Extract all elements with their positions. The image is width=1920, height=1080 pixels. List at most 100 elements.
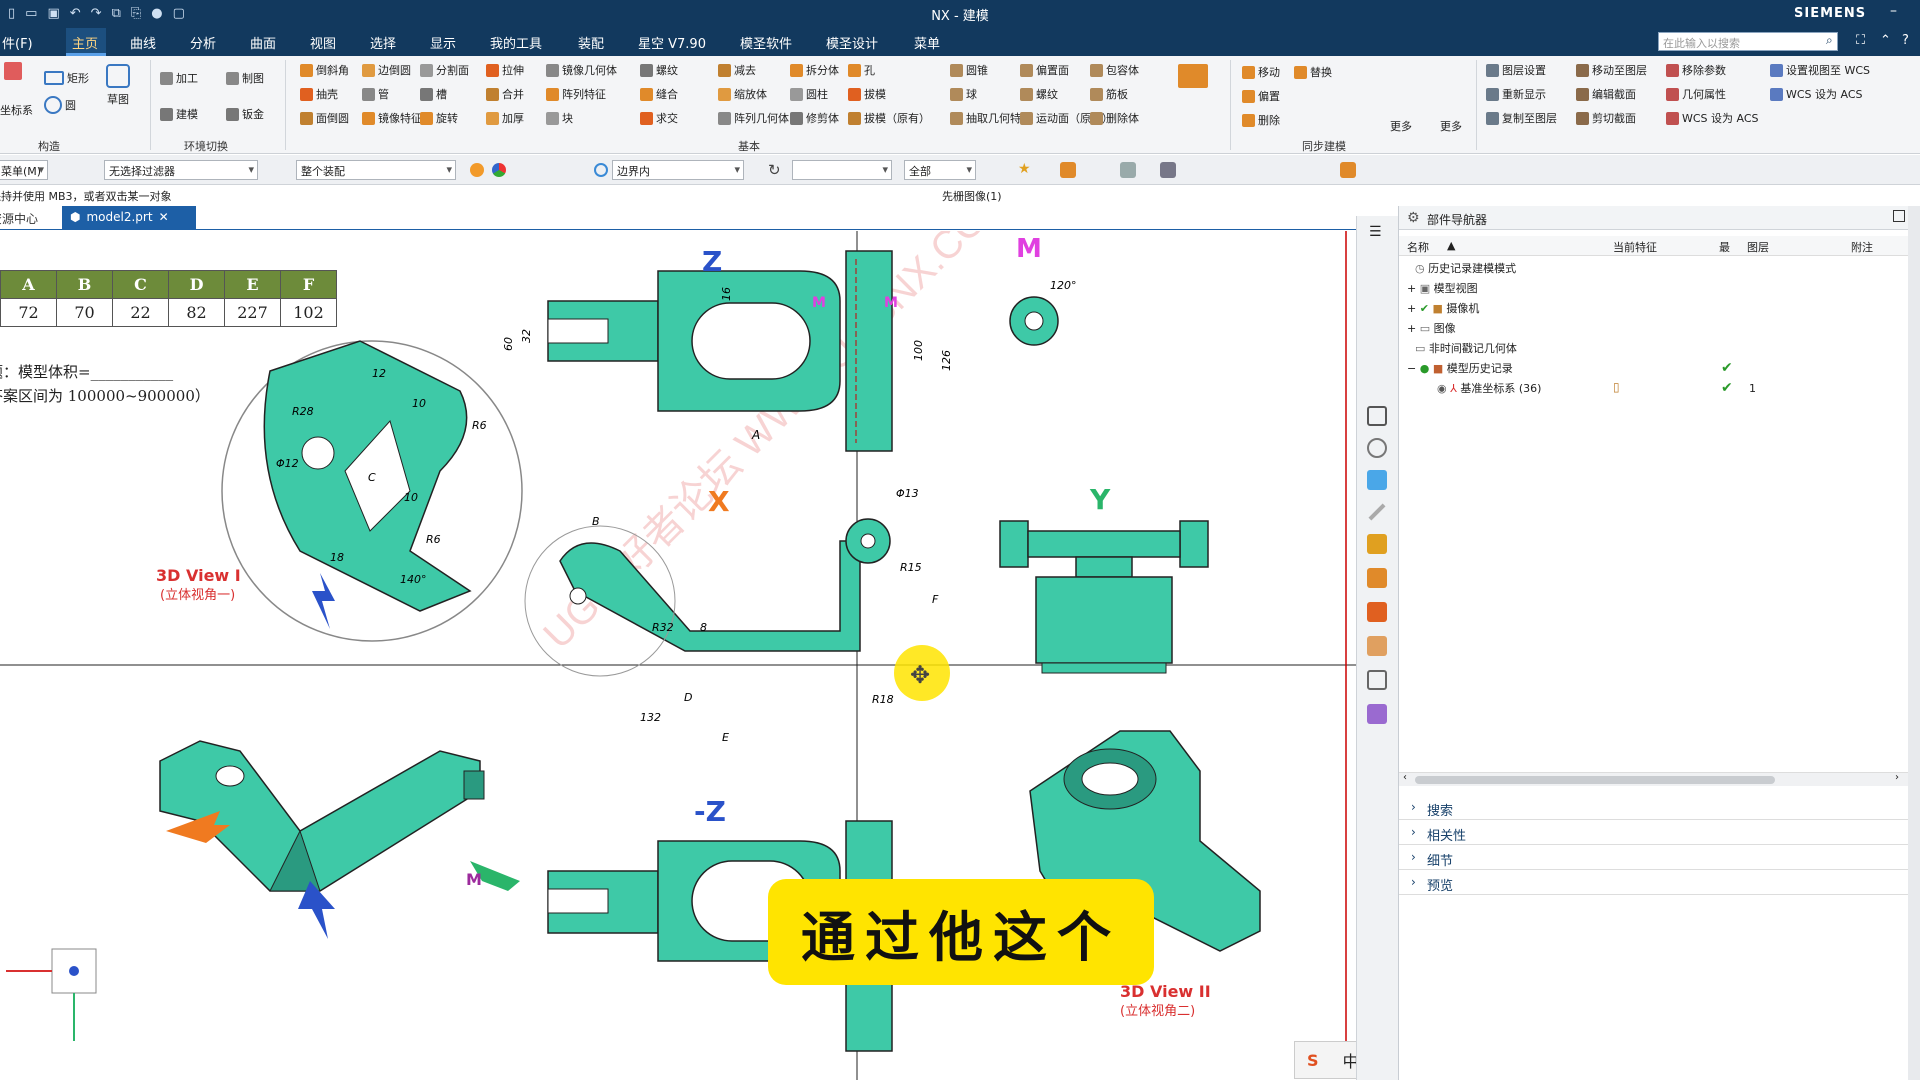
search-icon[interactable]: ⌕ xyxy=(1826,33,1833,48)
tree-node-images[interactable]: + ▭ 图像 xyxy=(1407,318,1456,338)
offset-surface-button[interactable] xyxy=(1178,64,1208,88)
expand-icon[interactable]: + xyxy=(1407,322,1416,335)
section-details[interactable]: › 细节 xyxy=(1399,846,1909,870)
snapshot-icon[interactable] xyxy=(1367,534,1387,554)
basic-tool-26[interactable]: 拔模（原有） xyxy=(848,110,930,126)
basic-tool-17[interactable]: 求交 xyxy=(640,110,678,126)
view-tool-icon[interactable] xyxy=(1340,162,1356,178)
menu-select[interactable]: 选择 xyxy=(370,33,396,52)
basic-tool-20[interactable]: 阵列几何体 xyxy=(718,110,789,126)
more-view-button[interactable]: 更多 xyxy=(1440,118,1462,134)
assembly-scope-select[interactable]: 整个装配 xyxy=(296,160,456,180)
hide-icon[interactable] xyxy=(1367,438,1387,458)
basic-tool-6[interactable]: 分割面 xyxy=(420,62,469,78)
tree-node-model-views[interactable]: + ▣ 模型视图 xyxy=(1407,278,1478,298)
circle-select-icon[interactable] xyxy=(594,163,608,177)
menu-menu[interactable]: 菜单 xyxy=(914,33,940,52)
col-current-feature[interactable]: 当前特征 xyxy=(1613,239,1657,255)
menu-view[interactable]: 视图 xyxy=(310,33,336,52)
basic-tool-2[interactable]: 面倒圆 xyxy=(300,110,349,126)
basic-tool-7[interactable]: 槽 xyxy=(420,86,447,102)
view-tool-2[interactable]: 移除参数 xyxy=(1666,62,1726,78)
basic-tool-4[interactable]: 管 xyxy=(362,86,389,102)
tree-node-model-history[interactable]: − ● ■ 模型历史记录 xyxy=(1407,358,1513,378)
tab-model2[interactable]: ⬢ model2.prt ✕ xyxy=(62,206,196,230)
circle-button[interactable]: 圆 xyxy=(44,96,76,114)
basic-tool-24[interactable]: 孔 xyxy=(848,62,875,78)
menu-mosheng-software[interactable]: 模圣软件 xyxy=(740,33,792,52)
basic-tool-11[interactable]: 加厚 xyxy=(486,110,524,126)
view-tool-10[interactable]: WCS 设为 ACS xyxy=(1666,110,1759,126)
basic-tool-9[interactable]: 拉伸 xyxy=(486,62,524,78)
view-tool-8[interactable]: 复制至图层 xyxy=(1486,110,1557,126)
basic-tool-8[interactable]: 旋转 xyxy=(420,110,458,126)
measure-icon[interactable] xyxy=(1368,503,1386,521)
menu-home[interactable]: 主页 xyxy=(72,33,98,52)
basic-tool-15[interactable]: 螺纹 xyxy=(640,62,678,78)
feature-icon[interactable] xyxy=(1367,568,1387,588)
section-search[interactable]: › 搜索 xyxy=(1399,796,1909,820)
view-tool-6[interactable]: 几何属性 xyxy=(1666,86,1726,102)
more-sync-button[interactable]: 更多 xyxy=(1390,118,1412,134)
scroll-thumb[interactable] xyxy=(1415,776,1775,784)
basic-tool-23[interactable]: 修剪体 xyxy=(790,110,839,126)
horizontal-scrollbar[interactable]: ‹ › xyxy=(1399,772,1909,786)
refresh-icon[interactable]: ↻ xyxy=(768,161,781,179)
menu-lines-icon[interactable]: ☰ xyxy=(1369,224,1382,240)
modeling-button[interactable]: 建模 xyxy=(160,106,198,122)
snap-point-icon[interactable] xyxy=(1060,162,1076,178)
move-face-button[interactable]: 移动 xyxy=(1242,64,1280,80)
role-icon[interactable] xyxy=(1367,636,1387,656)
tree-node-history-mode[interactable]: ◷ 历史记录建模模式 xyxy=(1415,258,1516,278)
empty-select[interactable] xyxy=(792,160,892,180)
basic-tool-13[interactable]: 阵列特征 xyxy=(546,86,606,102)
more-tool-3[interactable]: 偏置面 xyxy=(1020,62,1069,78)
help-icon[interactable]: ? xyxy=(1902,33,1909,48)
csys-button[interactable]: 坐标系 xyxy=(0,102,33,118)
sort-up-icon[interactable]: ▲ xyxy=(1447,239,1455,252)
maximize-panel-icon[interactable] xyxy=(1893,210,1905,222)
more-tool-8[interactable]: 删除体 xyxy=(1090,110,1139,126)
menu-dropdown[interactable]: 菜单(M) xyxy=(0,160,48,180)
snap-icon[interactable] xyxy=(470,163,484,177)
more-tool-1[interactable]: 球 xyxy=(950,86,977,102)
menu-analysis[interactable]: 分析 xyxy=(190,33,216,52)
scroll-right-icon[interactable]: › xyxy=(1895,772,1899,783)
type-filter-select[interactable]: 无选择过滤器 xyxy=(104,160,258,180)
col-latest[interactable]: 最 xyxy=(1719,239,1730,255)
shade-icon[interactable] xyxy=(1120,162,1136,178)
palette-icon[interactable] xyxy=(1367,704,1387,724)
menu-mosheng-design[interactable]: 模圣设计 xyxy=(826,33,878,52)
color-filter-icon[interactable] xyxy=(492,163,506,177)
body-icon[interactable] xyxy=(1367,602,1387,622)
ime-widget[interactable]: S 中 ☽ xyxy=(1294,1041,1356,1079)
basic-tool-1[interactable]: 抽壳 xyxy=(300,86,338,102)
menu-xingkong[interactable]: 星空 V7.90 xyxy=(638,33,706,52)
history-icon[interactable] xyxy=(1367,670,1387,690)
tree-node-cameras[interactable]: + ✔ ■ 摄像机 xyxy=(1407,298,1479,318)
tree-node-datum-csys[interactable]: ◉ ⅄ 基准坐标系 (36) xyxy=(1437,378,1541,398)
rectangle-button[interactable]: 矩形 xyxy=(44,70,89,86)
fullscreen-icon[interactable]: ⛶ xyxy=(1856,33,1865,48)
basic-tool-22[interactable]: 圆柱 xyxy=(790,86,828,102)
basic-tool-16[interactable]: 缝合 xyxy=(640,86,678,102)
view-tool-1[interactable]: 移动至图层 xyxy=(1576,62,1647,78)
sheetmetal-button[interactable]: 钣金 xyxy=(226,106,264,122)
col-notes[interactable]: 附注 xyxy=(1851,239,1873,255)
more-tool-7[interactable]: 筋板 xyxy=(1090,86,1128,102)
col-layer[interactable]: 图层 xyxy=(1747,239,1769,255)
menu-display[interactable]: 显示 xyxy=(430,33,456,52)
more-tool-4[interactable]: 螺纹 xyxy=(1020,86,1058,102)
view-tool-7[interactable]: WCS 设为 ACS xyxy=(1770,86,1863,102)
view-tool-9[interactable]: 剪切截面 xyxy=(1576,110,1636,126)
point-tool[interactable] xyxy=(4,62,22,80)
view-tool-5[interactable]: 编辑截面 xyxy=(1576,86,1636,102)
collapse-icon[interactable]: − xyxy=(1407,362,1416,375)
tab-resource-center[interactable]: 资源中心 xyxy=(0,210,38,227)
selection-scope-select[interactable]: 边界内 xyxy=(612,160,744,180)
minimize-button[interactable]: – xyxy=(1890,3,1897,19)
expand-icon[interactable]: + xyxy=(1407,282,1416,295)
star-icon[interactable]: ★ xyxy=(1018,161,1031,177)
close-tab-icon[interactable]: ✕ xyxy=(159,210,169,230)
menu-file[interactable]: 件(F) xyxy=(2,33,33,52)
